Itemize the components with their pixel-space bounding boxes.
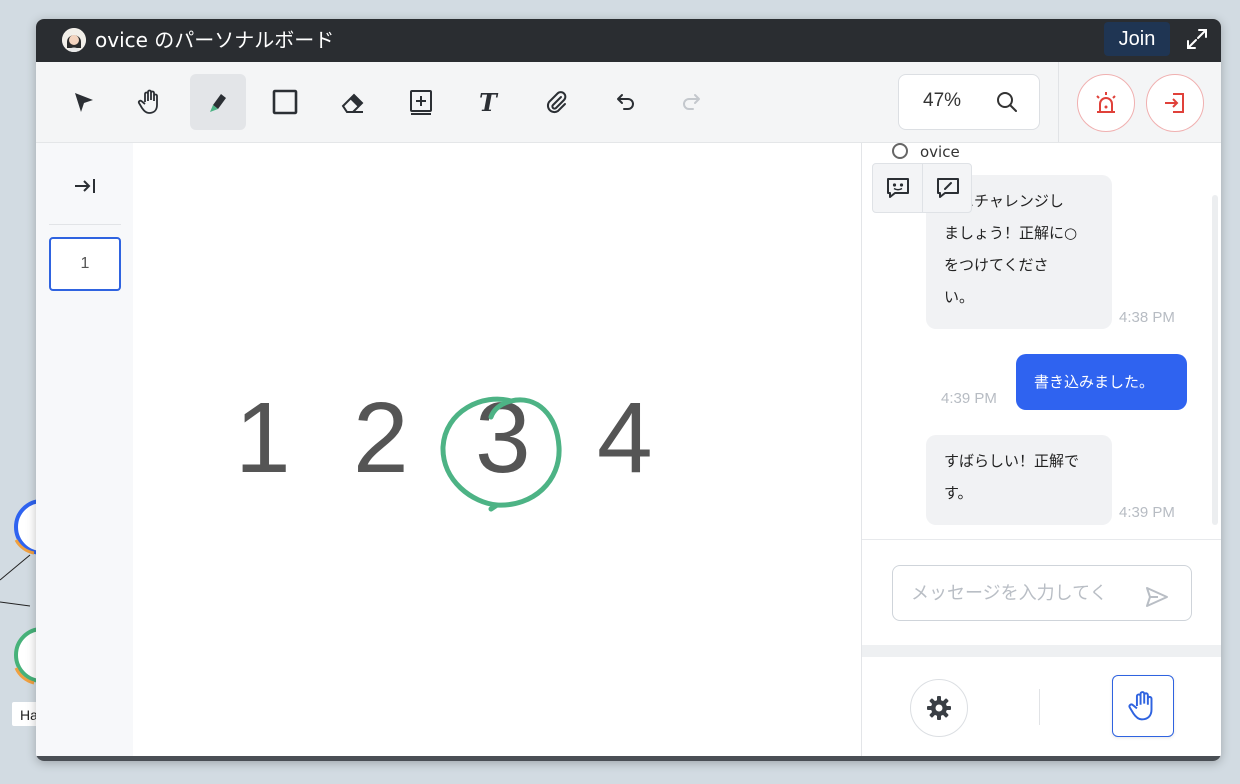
attach-tool-button[interactable] (528, 74, 584, 130)
join-button[interactable]: Join (1104, 22, 1170, 56)
undo-button[interactable] (597, 74, 653, 130)
chat-message-received: すばらしい！正解で す。 (926, 435, 1112, 525)
redo-button[interactable] (664, 74, 720, 130)
board-footer (862, 657, 1221, 761)
collapse-sidebar-icon[interactable] (72, 173, 98, 199)
raise-hand-button[interactable] (1112, 675, 1174, 737)
redo-icon (683, 94, 700, 110)
reaction-button[interactable] (873, 164, 922, 212)
chat-sender-name: ovice (920, 143, 960, 161)
pages-sidebar: 1 (36, 143, 133, 761)
rectangle-tool-button[interactable] (257, 74, 313, 130)
message-line: をつけてくださ (944, 256, 1049, 274)
square-icon (272, 89, 298, 115)
message-timestamp: 4:38 PM (1119, 309, 1175, 326)
text-tool-button[interactable]: T (460, 74, 516, 130)
message-timestamp: 4:39 PM (1119, 504, 1175, 521)
exit-board-button[interactable] (1146, 74, 1204, 132)
canvas-number: 2 (353, 382, 409, 494)
message-line: ましょう！正解に○ (944, 224, 1078, 242)
chat-message-sent: 書き込みました。 (1016, 354, 1187, 410)
text-icon: T (479, 88, 499, 116)
send-icon[interactable] (1143, 583, 1171, 611)
pan-tool-button[interactable] (122, 74, 178, 130)
chat-messages[interactable]: ovice 問にチャレンジし ましょう！正解に○ をつけてくださ い。 4:38… (862, 143, 1221, 539)
chat-bubble-edit-icon (936, 178, 959, 198)
message-line: すばらしい！正解で (944, 452, 1080, 470)
undo-icon (617, 94, 634, 110)
pages-divider (49, 224, 121, 225)
raise-hand-icon (1128, 691, 1153, 721)
eraser-icon (341, 93, 364, 113)
add-box-icon (410, 90, 432, 115)
chat-sender-row: ovice (892, 143, 960, 161)
edit-message-button[interactable] (923, 164, 972, 212)
ink-circle-annotation[interactable] (433, 391, 573, 517)
zoom-control[interactable]: 47% (898, 74, 1040, 130)
board-canvas[interactable]: 1 2 3 4 (133, 143, 861, 761)
user-status-icon (892, 143, 908, 159)
marker-tool-button[interactable] (190, 74, 246, 130)
search-icon[interactable] (995, 90, 1019, 114)
exit-icon (1165, 93, 1184, 113)
message-timestamp: 4:39 PM (941, 390, 997, 407)
toolbar-divider (1058, 62, 1059, 142)
personal-board-window: ovice のパーソナルボード Join T 47% 1 1 2 3 4 ovi… (36, 19, 1221, 761)
expand-icon[interactable] (1185, 27, 1209, 51)
settings-button[interactable] (910, 679, 968, 737)
cursor-arrow-icon (75, 93, 93, 112)
zoom-level: 47% (923, 90, 962, 111)
user-avatar-icon (62, 28, 86, 52)
alarm-icon (1096, 92, 1116, 113)
page-thumbnail[interactable]: 1 (49, 237, 121, 291)
window-bottom-edge (36, 756, 1221, 761)
message-line: い。 (944, 288, 975, 306)
select-tool-button[interactable] (55, 74, 111, 130)
add-frame-tool-button[interactable] (393, 74, 449, 130)
message-actions (872, 163, 972, 213)
alarm-button[interactable] (1077, 74, 1135, 132)
eraser-tool-button[interactable] (325, 74, 381, 130)
footer-divider (1039, 689, 1040, 725)
svg-text:T: T (479, 88, 499, 116)
message-line: す。 (944, 484, 973, 502)
title-bar: ovice のパーソナルボード Join (36, 19, 1221, 62)
board-toolbar: T 47% (36, 62, 1221, 143)
window-title: ovice のパーソナルボード (95, 28, 335, 52)
paperclip-icon (546, 91, 567, 114)
chat-bubble-smile-icon (886, 178, 909, 198)
hand-icon (137, 89, 158, 114)
message-line: 書き込みました。 (1034, 373, 1155, 391)
gear-icon (927, 696, 951, 720)
marker-icon (210, 94, 226, 112)
canvas-number: 4 (597, 382, 653, 494)
chat-scrollbar[interactable] (1212, 195, 1218, 525)
panel-divider (862, 645, 1221, 657)
canvas-number: 1 (235, 382, 291, 494)
chat-panel: ovice 問にチャレンジし ましょう！正解に○ をつけてくださ い。 4:38… (861, 143, 1221, 761)
